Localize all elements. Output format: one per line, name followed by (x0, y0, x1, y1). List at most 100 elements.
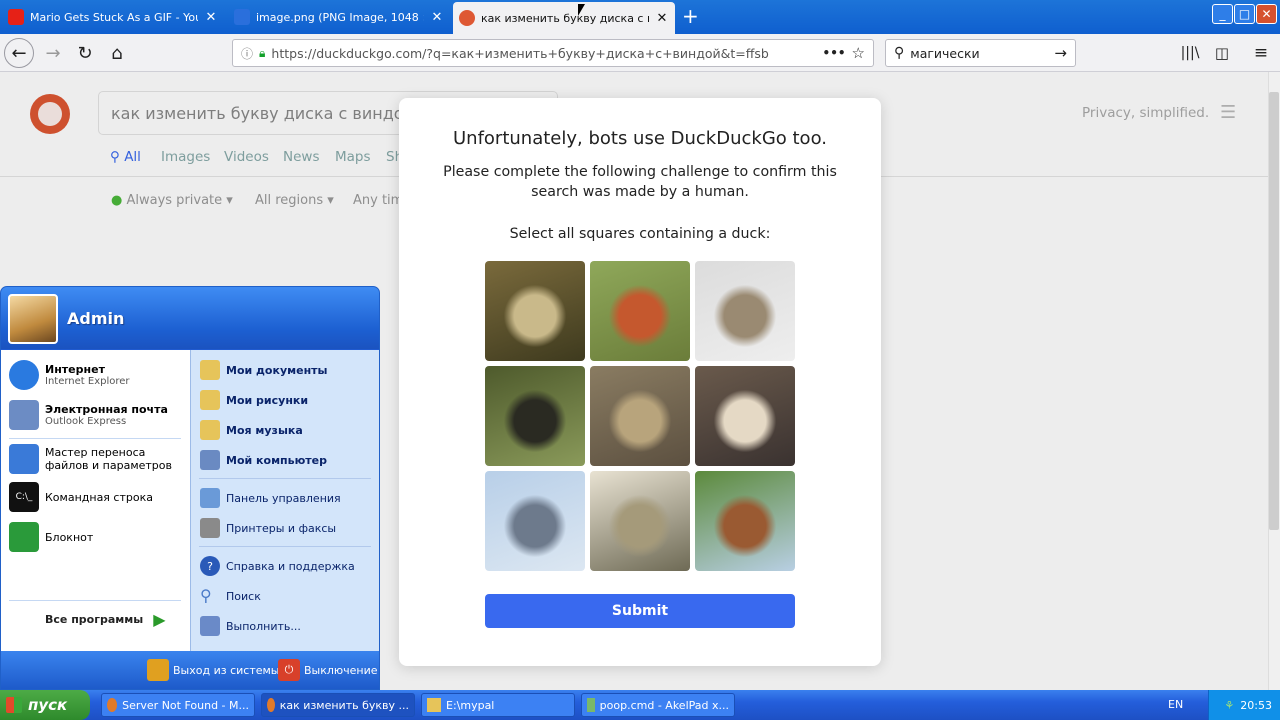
divider (199, 478, 371, 479)
start-item-internet[interactable]: Интернет Internet Explorer (9, 360, 130, 390)
duckduckgo-favicon-icon (459, 10, 475, 26)
start-item-email[interactable]: Электронная почта Outlook Express (9, 400, 168, 430)
start-item-help[interactable]: ? Справка и поддержка (200, 556, 355, 576)
search-bar[interactable]: ⚲ магически → (885, 39, 1076, 67)
captcha-tile-otter[interactable] (485, 261, 585, 361)
start-item-transfer-wizard[interactable]: Мастер переноса файлов и параметров (9, 444, 189, 474)
captcha-subtitle: Please complete the following challenge … (443, 164, 837, 200)
start-label: пуск (28, 696, 68, 714)
item-label: Поиск (226, 589, 261, 603)
divider (199, 546, 371, 547)
tab-title: image.png (PNG Image, 1048 × 8… (256, 10, 424, 24)
captcha-tile-ducks[interactable] (485, 366, 585, 466)
start-item-run[interactable]: Выполнить... (200, 616, 301, 636)
captcha-tile-polar-bears[interactable] (590, 471, 690, 571)
item-label: Принтеры и факсы (226, 521, 337, 535)
folder-icon (427, 698, 441, 712)
item-label: Моя музыка (226, 423, 303, 437)
tab-title: как изменить букву диска с ви… (481, 11, 649, 25)
taskbar-item[interactable]: E:\mypal (421, 693, 575, 717)
browser-tab-strip: Mario Gets Stuck As a GIF - YouTube ✕ im… (0, 0, 1280, 34)
menu-icon[interactable]: ≡ (1246, 38, 1276, 68)
page-actions-icon[interactable]: ••• (823, 46, 846, 60)
item-label: Мои рисунки (226, 393, 309, 407)
outlook-express-icon (9, 400, 39, 430)
reload-icon[interactable]: ↻ (70, 38, 100, 68)
green-arrow-icon: ▶ (153, 610, 166, 629)
my-computer-icon (200, 450, 220, 470)
language-indicator[interactable]: EN (1168, 698, 1183, 711)
internet-explorer-icon (9, 360, 39, 390)
captcha-tile-hyena[interactable] (695, 261, 795, 361)
start-item-my-music[interactable]: Моя музыка (200, 420, 303, 440)
start-item-notepad[interactable]: Блокнот (9, 522, 93, 552)
close-icon[interactable]: ✕ (655, 11, 669, 26)
system-tray: ⚘ 20:53 (1208, 690, 1280, 720)
close-icon[interactable]: ✕ (204, 10, 218, 25)
captcha-grid (485, 261, 795, 571)
site-info-icon[interactable]: ⓘ (241, 45, 253, 62)
start-button[interactable]: пуск (0, 690, 90, 720)
tab-youtube[interactable]: Mario Gets Stuck As a GIF - YouTube ✕ (2, 3, 224, 31)
item-title: Электронная почта (45, 403, 168, 416)
tab-image[interactable]: image.png (PNG Image, 1048 × 8… ✕ (228, 3, 450, 31)
url-text[interactable]: https://duckduckgo.com/?q=как+изменить+б… (271, 46, 816, 61)
start-menu-footer: Выход из системы ⏻ Выключение (1, 651, 379, 689)
taskbar-item[interactable]: Server Not Found - M... (101, 693, 255, 717)
captcha-tile-baboon[interactable] (590, 366, 690, 466)
youtube-favicon-icon (8, 9, 24, 25)
start-item-my-documents[interactable]: Мои документы (200, 360, 328, 380)
start-item-search[interactable]: ⚲ Поиск (200, 586, 261, 606)
network-icon[interactable]: ⚘ (1224, 699, 1234, 712)
forward-icon[interactable]: → (38, 38, 68, 68)
captcha-tile-duck-on-branch[interactable] (485, 471, 585, 571)
start-item-control-panel[interactable]: Панель управления (200, 488, 341, 508)
taskbar-item-active[interactable]: как изменить букву ... (261, 693, 415, 717)
captcha-tile-wolf[interactable] (695, 366, 795, 466)
user-avatar (8, 294, 58, 344)
minimize-button[interactable]: _ (1212, 4, 1233, 24)
search-icon: ⚲ (200, 586, 212, 605)
library-icon[interactable]: |||\ (1175, 38, 1205, 68)
all-programs-button[interactable]: Все программы ▶ (45, 610, 166, 629)
bookmark-star-icon[interactable]: ☆ (852, 44, 865, 62)
scrollbar-thumb[interactable] (1269, 92, 1279, 530)
task-label: как изменить букву ... (279, 698, 409, 712)
search-bar-text[interactable]: магически (910, 46, 1048, 61)
akelpad-icon (587, 698, 595, 712)
sidebar-icon[interactable]: ◫ (1207, 38, 1237, 68)
clock: 20:53 (1240, 698, 1272, 712)
all-programs-label: Все программы (45, 613, 144, 626)
item-label: Блокнот (45, 530, 94, 544)
taskbar: пуск Server Not Found - M... как изменит… (0, 690, 1280, 720)
logoff-button[interactable]: Выход из системы (147, 659, 279, 681)
back-icon[interactable]: ← (4, 38, 34, 68)
url-bar[interactable]: ⓘ 🔒︎ https://duckduckgo.com/?q=как+измен… (232, 39, 874, 67)
navigation-toolbar: ← → ↻ ⌂ ⓘ 🔒︎ https://duckduckgo.com/?q=к… (0, 34, 1280, 72)
item-label: Справка и поддержка (226, 559, 355, 573)
submit-button[interactable]: Submit (485, 594, 795, 628)
start-item-cmd[interactable]: C:\_ Командная строка (9, 482, 153, 512)
captcha-tile-highland-cow[interactable] (695, 471, 795, 571)
user-name: Admin (67, 309, 125, 328)
start-item-my-computer[interactable]: Мой компьютер (200, 450, 327, 470)
captcha-modal: Unfortunately, bots use DuckDuckGo too. … (399, 98, 881, 666)
taskbar-item[interactable]: poop.cmd - AkelPad x... (581, 693, 735, 717)
window-close-button[interactable]: ✕ (1256, 4, 1277, 24)
lock-icon: 🔒︎ (259, 45, 266, 60)
item-label: Командная строка (45, 490, 153, 504)
close-icon[interactable]: ✕ (430, 10, 444, 25)
captcha-tile-whistling-duck[interactable] (590, 261, 690, 361)
my-documents-icon (200, 360, 220, 380)
home-icon[interactable]: ⌂ (102, 38, 132, 68)
new-tab-button[interactable]: + (682, 4, 699, 28)
start-item-my-pictures[interactable]: Мои рисунки (200, 390, 308, 410)
maximize-button[interactable]: □ (1234, 4, 1255, 24)
power-icon: ⏻ (278, 659, 300, 681)
shutdown-button[interactable]: ⏻ Выключение (278, 659, 378, 681)
start-item-printers[interactable]: Принтеры и факсы (200, 518, 336, 538)
tab-duckduckgo[interactable]: как изменить букву диска с ви… ✕ (453, 2, 675, 34)
mouse-cursor-icon (578, 4, 585, 16)
logoff-label: Выход из системы (173, 663, 280, 677)
go-arrow-icon[interactable]: → (1054, 44, 1067, 62)
